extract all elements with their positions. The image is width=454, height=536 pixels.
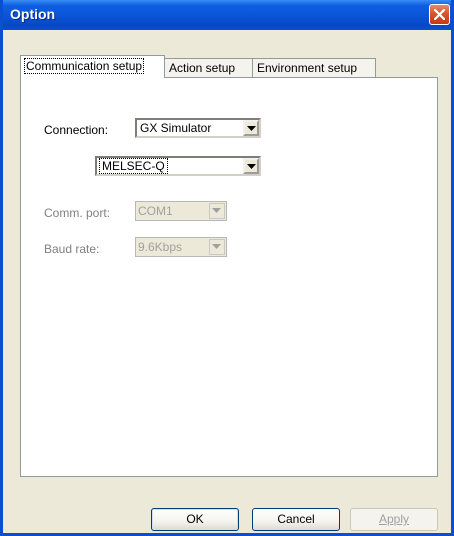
comm-port-value: COM1	[138, 204, 173, 218]
chevron-down-icon	[247, 164, 256, 169]
title-bar[interactable]: Option	[3, 0, 451, 30]
tab-action-setup-label: Action setup	[169, 61, 236, 75]
baud-rate-value: 9.6Kbps	[138, 240, 183, 254]
tab-environment-setup-label: Environment setup	[257, 61, 358, 75]
close-button[interactable]	[429, 4, 450, 25]
connection-value: GX Simulator	[140, 121, 212, 135]
option-dialog: Option Communication setup Action setup …	[0, 0, 454, 536]
baud-rate-dropdown-button	[209, 239, 225, 255]
apply-button: Apply	[350, 508, 438, 531]
comm-port-dropdown-button	[209, 203, 225, 219]
connection-select[interactable]: GX Simulator	[135, 118, 261, 138]
cancel-button-label: Cancel	[277, 512, 315, 526]
baud-rate-label: Baud rate:	[44, 242, 100, 256]
ok-button-label: OK	[186, 512, 204, 526]
cancel-button[interactable]: Cancel	[252, 508, 340, 531]
chevron-down-icon	[212, 244, 221, 249]
chevron-down-icon	[212, 208, 221, 213]
apply-button-label: Apply	[378, 512, 410, 526]
ok-button[interactable]: OK	[151, 508, 239, 531]
plc-series-select[interactable]: MELSEC-Q	[95, 156, 261, 176]
comm-port-select: COM1	[135, 201, 227, 221]
close-icon	[434, 9, 445, 20]
communication-setup-panel: Connection: GX Simulator MELSEC-Q Comm. …	[20, 77, 438, 477]
tab-environment-setup[interactable]: Environment setup	[252, 58, 376, 77]
plc-series-value: MELSEC-Q	[99, 158, 168, 174]
tab-communication-setup[interactable]: Communication setup	[20, 55, 165, 78]
plc-series-dropdown-button[interactable]	[243, 158, 259, 174]
connection-dropdown-button[interactable]	[243, 120, 259, 136]
comm-port-label: Comm. port:	[44, 206, 111, 220]
tab-action-setup[interactable]: Action setup	[164, 58, 253, 77]
baud-rate-select: 9.6Kbps	[135, 237, 227, 257]
window-title: Option	[10, 6, 56, 22]
tab-communication-setup-label: Communication setup	[23, 58, 145, 74]
connection-label: Connection:	[44, 123, 109, 137]
chevron-down-icon	[247, 126, 256, 131]
